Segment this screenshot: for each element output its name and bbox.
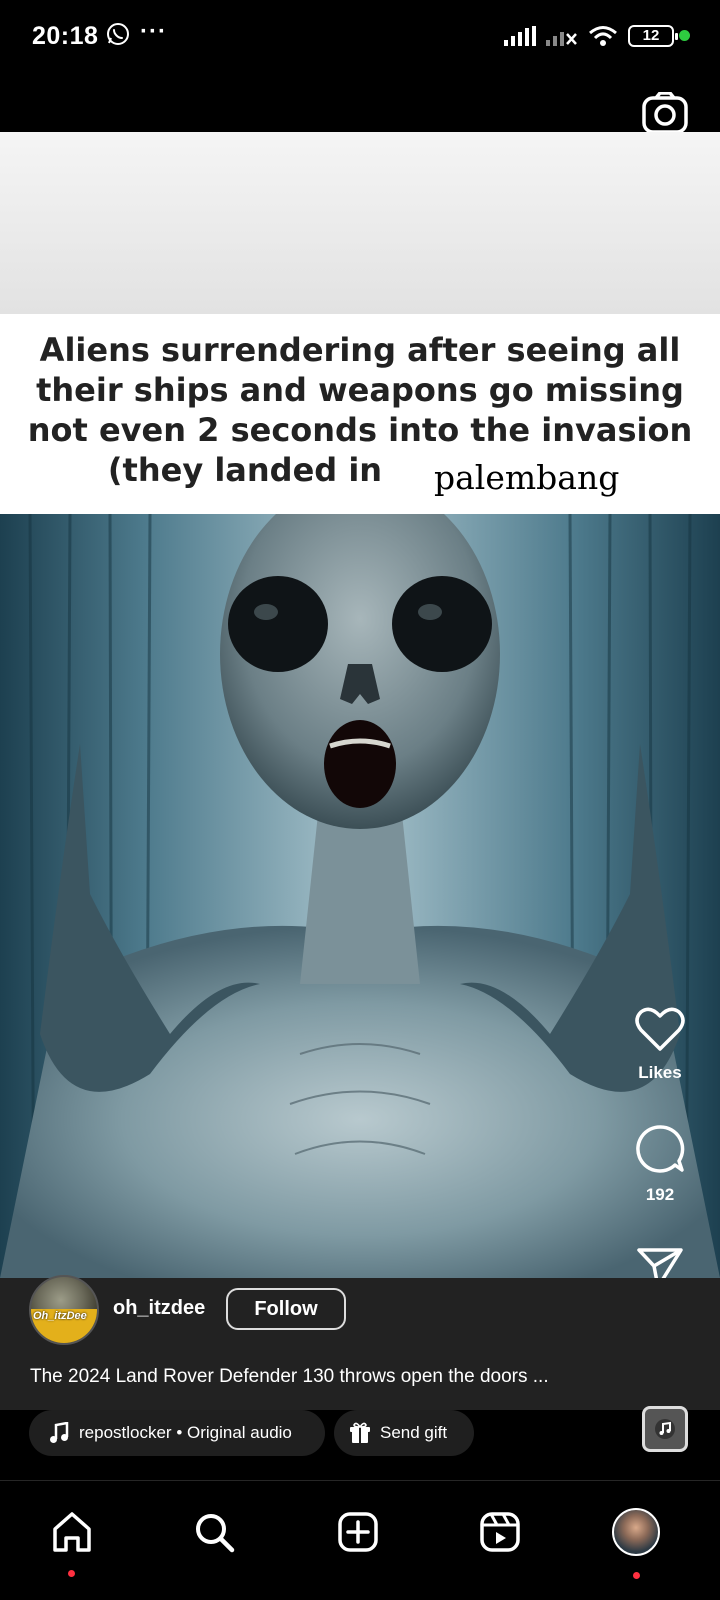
nav-home[interactable]	[48, 1508, 96, 1556]
nav-profile[interactable]	[612, 1508, 660, 1556]
status-bar: 20:18 ··· 12	[0, 0, 720, 72]
heart-icon	[635, 1007, 685, 1051]
audio-thumbnail[interactable]	[642, 1406, 688, 1452]
create-icon	[338, 1512, 378, 1552]
place-tag: palembang	[418, 454, 620, 502]
post-info-overlay	[0, 1278, 720, 1410]
privacy-indicator-dot	[679, 30, 690, 41]
search-icon	[196, 1514, 235, 1553]
music-note-icon	[655, 1419, 675, 1439]
post-top-background	[0, 132, 720, 314]
signal-icon	[504, 26, 536, 46]
reel-post[interactable]: Aliens surrendering after seeing all the…	[0, 132, 720, 1278]
audio-pill[interactable]: repostlocker • Original audio	[29, 1410, 325, 1456]
author-avatar[interactable]: Oh_itzDee	[29, 1275, 99, 1345]
bottom-nav	[0, 1480, 720, 1600]
wifi-icon	[589, 26, 617, 46]
comment-icon	[636, 1125, 685, 1173]
battery-indicator: 12	[628, 25, 678, 47]
avatar-logo-text: Oh_itzDee	[33, 1310, 87, 1322]
signal-no-service-icon	[546, 32, 577, 46]
likes-label: Likes	[638, 1063, 682, 1082]
alien-image	[0, 514, 720, 1278]
music-note-icon	[50, 1422, 69, 1443]
like-button[interactable]: Likes	[630, 1006, 690, 1083]
caption-line: their ships and weapons go missing	[36, 371, 684, 409]
status-indicators: 12	[504, 22, 678, 50]
home-notification-dot	[68, 1570, 75, 1577]
author-username[interactable]: oh_itzdee	[113, 1297, 205, 1320]
profile-avatar	[612, 1508, 660, 1556]
profile-notification-dot	[633, 1572, 640, 1579]
send-gift-pill[interactable]: Send gift	[334, 1410, 474, 1456]
status-time: 20:18	[32, 22, 99, 50]
caption-line: Aliens surrendering after seeing all	[39, 331, 681, 369]
camera-icon[interactable]	[642, 92, 688, 134]
more-notifications-icon: ···	[140, 18, 167, 45]
gift-icon	[350, 1422, 370, 1443]
nav-search[interactable]	[190, 1508, 238, 1556]
reels-icon	[480, 1512, 520, 1552]
gift-label: Send gift	[380, 1423, 448, 1442]
nav-create[interactable]	[334, 1508, 382, 1556]
nav-reels[interactable]	[476, 1508, 524, 1556]
caption-line: not even 2 seconds into the invasion	[27, 411, 693, 449]
home-icon	[53, 1512, 91, 1552]
follow-button[interactable]: Follow	[226, 1288, 346, 1330]
comment-button[interactable]: 192	[630, 1124, 690, 1205]
post-description[interactable]: The 2024 Land Rover Defender 130 throws …	[30, 1366, 549, 1388]
whatsapp-icon	[107, 23, 129, 45]
audio-label: repostlocker • Original audio	[79, 1423, 292, 1442]
comment-count: 192	[645, 1185, 675, 1204]
